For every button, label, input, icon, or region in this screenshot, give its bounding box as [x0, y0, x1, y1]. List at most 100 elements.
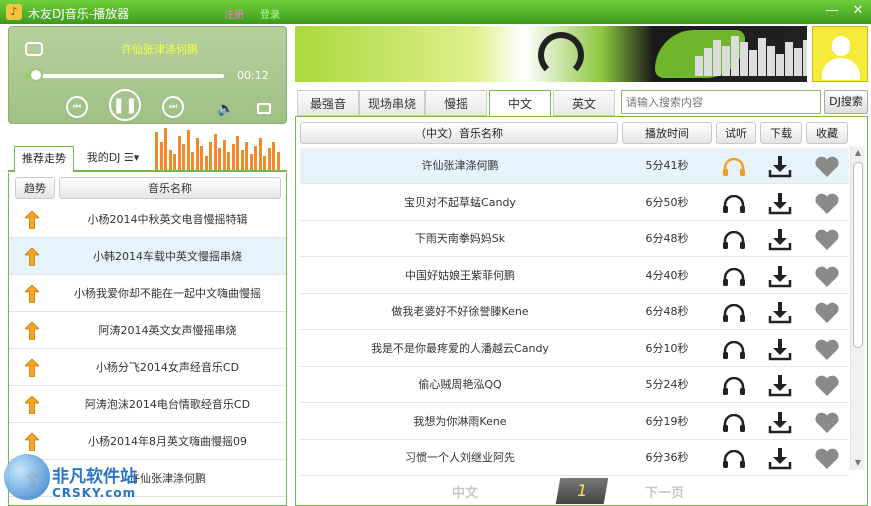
avatar[interactable]	[812, 26, 868, 82]
song-name: 中国好姑娘王紫菲何鹏	[405, 268, 515, 282]
volume-icon[interactable]: 🔈	[217, 101, 234, 117]
tab-english[interactable]: 英文	[553, 90, 615, 116]
tab-slow-rock[interactable]: 慢摇	[425, 90, 487, 116]
list-item-label: 阿涛泡沫2014电台情歌经音乐CD	[84, 398, 251, 411]
song-name: 许仙张津涤何鹏	[421, 159, 499, 172]
title-bar: ♪ 木友DJ音乐-播放器 注册 登录 — ✕	[0, 0, 871, 24]
trend-up-icon	[25, 433, 39, 451]
heart-icon[interactable]	[814, 339, 840, 361]
heart-icon[interactable]	[814, 412, 840, 434]
heart-icon[interactable]	[814, 156, 840, 178]
tab-recommend[interactable]: 推荐走势	[14, 146, 74, 172]
heart-icon[interactable]	[814, 193, 840, 215]
duration-header[interactable]: 播放时间	[622, 122, 712, 144]
song-duration: 6分48秒	[645, 305, 689, 318]
banner-eq-bar	[785, 42, 793, 76]
table-row[interactable]: 宝贝对不起草蜢Candy 6分50秒	[300, 185, 849, 221]
headphones-icon[interactable]	[722, 194, 746, 213]
list-item[interactable]: 阿涛泡沫2014电台情歌经音乐CD	[9, 386, 286, 423]
list-item[interactable]: 阿涛2014英文女声慢摇串烧	[9, 312, 286, 349]
download-icon[interactable]	[768, 375, 792, 397]
watermark-globe-icon	[4, 454, 50, 500]
headphones-icon[interactable]	[722, 267, 746, 286]
elapsed-time: 00:12	[237, 69, 269, 82]
banner-eq-bar	[803, 40, 807, 76]
download-icon[interactable]	[768, 229, 792, 251]
name-header[interactable]: 音乐名称	[59, 177, 281, 199]
headphones-icon[interactable]	[722, 450, 746, 468]
download-icon[interactable]	[768, 411, 792, 434]
pager-current-page[interactable]: 1	[555, 478, 609, 504]
headphones-icon[interactable]	[722, 231, 746, 249]
table-row[interactable]: 中国好姑娘王紫菲何鹏 4分40秒	[300, 258, 849, 294]
next-icon[interactable]: ⏭	[162, 96, 184, 118]
download-icon[interactable]	[768, 265, 792, 288]
headphones-icon[interactable]	[722, 377, 746, 395]
song-duration: 6分48秒	[645, 232, 689, 245]
repeat-icon[interactable]	[25, 42, 43, 56]
search-input[interactable]	[621, 90, 821, 114]
progress-knob[interactable]	[29, 68, 43, 82]
trend-header[interactable]: 趋势	[15, 177, 55, 199]
dj-search-button[interactable]: DJ搜索	[824, 90, 868, 114]
banner-eq-bar	[731, 36, 739, 76]
headphones-icon[interactable]	[722, 340, 746, 359]
song-name: 宝贝对不起草蜢Candy	[404, 195, 516, 209]
scroll-up-icon[interactable]: ▲	[851, 146, 865, 160]
pager-prev[interactable]: 中文	[452, 482, 478, 501]
table-row[interactable]: 下雨天南拳妈妈Sk 6分48秒	[300, 221, 849, 257]
download-header[interactable]: 下载	[760, 122, 802, 144]
tab-strongest[interactable]: 最强音	[297, 90, 359, 116]
scroll-down-icon[interactable]: ▼	[851, 456, 865, 470]
heart-icon[interactable]	[814, 375, 840, 397]
download-icon[interactable]	[768, 338, 792, 361]
scrollbar[interactable]: ▲ ▼	[850, 146, 864, 470]
table-row[interactable]: 我是不是你最疼爱的人潘越云Candy 6分10秒	[300, 331, 849, 367]
minimize-icon[interactable]: —	[822, 2, 842, 20]
list-item[interactable]: 小韩2014车载中英文慢摇串烧	[9, 238, 286, 275]
banner-eq-bar	[758, 38, 766, 76]
heart-icon[interactable]	[814, 266, 840, 288]
app-icon: ♪	[6, 4, 22, 20]
tab-chinese[interactable]: 中文	[489, 90, 551, 118]
table-row[interactable]: 我想为你淋雨Kene 6分19秒	[300, 404, 849, 440]
song-duration: 5分24秒	[645, 378, 689, 391]
register-link[interactable]: 注册	[224, 6, 244, 21]
download-icon[interactable]	[768, 302, 792, 324]
table-row[interactable]: 许仙张津涤何鹏 5分41秒	[300, 148, 849, 184]
close-icon[interactable]: ✕	[848, 2, 868, 20]
trend-up-icon	[25, 322, 39, 340]
tab-my-dj[interactable]: 我的DJ ☰▾	[78, 146, 148, 172]
avatar-body	[822, 58, 860, 80]
download-icon[interactable]	[768, 192, 792, 215]
download-icon[interactable]	[768, 448, 792, 470]
heart-icon[interactable]	[814, 229, 840, 251]
pause-icon[interactable]: ❚❚	[109, 89, 141, 121]
listen-header[interactable]: 试听	[716, 122, 756, 144]
headphones-icon[interactable]	[722, 304, 746, 322]
song-name: 习惯一个人刘继业阿先	[405, 451, 515, 464]
pager-next[interactable]: 下一页	[645, 482, 684, 501]
watermark-text-en: CRSKY.com	[52, 486, 137, 500]
heart-icon[interactable]	[814, 302, 840, 324]
tab-live-medley[interactable]: 现场串烧	[359, 90, 425, 116]
song-name: 下雨天南拳妈妈Sk	[414, 232, 506, 245]
trend-up-icon	[25, 396, 39, 414]
headphones-icon[interactable]	[722, 413, 746, 432]
table-row[interactable]: 偷心贼周艳泓QQ 5分24秒	[300, 367, 849, 403]
download-icon[interactable]	[768, 156, 792, 178]
list-item[interactable]: 小杨分飞2014女声经音乐CD	[9, 349, 286, 386]
previous-icon[interactable]: ⏮	[66, 96, 88, 118]
table-row[interactable]: 做我老婆好不好徐誉滕Kene 6分48秒	[300, 294, 849, 330]
scroll-thumb[interactable]	[853, 162, 863, 348]
list-item[interactable]: 小杨2014中秋英文电音慢摇特辑	[9, 201, 286, 238]
heart-icon[interactable]	[814, 448, 840, 470]
song-name-header[interactable]: （中文）音乐名称	[300, 122, 618, 144]
folder-icon[interactable]	[257, 103, 271, 114]
headphones-icon[interactable]	[722, 158, 746, 176]
login-link[interactable]: 登录	[260, 6, 280, 21]
favorite-header[interactable]: 收藏	[806, 122, 848, 144]
progress-track[interactable]	[24, 74, 224, 78]
list-item[interactable]: 小杨我爱你却不能在一起中文嗨曲慢摇	[9, 275, 286, 312]
table-row[interactable]: 习惯一个人刘继业阿先 6分36秒	[300, 440, 849, 476]
